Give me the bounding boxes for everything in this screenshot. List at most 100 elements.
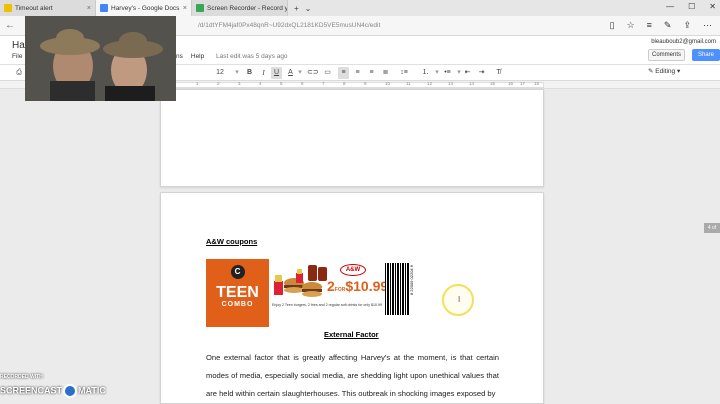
webcam-overlay <box>25 16 176 101</box>
align-right-icon[interactable]: ≡ <box>366 67 377 79</box>
teen-label: TEEN <box>216 284 259 301</box>
webcam-people-image <box>25 16 176 101</box>
bold-button[interactable]: B <box>244 67 255 79</box>
docs-favicon-icon <box>100 4 108 12</box>
aw-coupons-heading: A&W coupons <box>206 237 258 246</box>
user-email[interactable]: bleauboub2@gmail.com <box>651 39 716 45</box>
comment-icon[interactable]: ▭ <box>322 67 333 79</box>
body-paragraph[interactable]: One external factor that is greatly affe… <box>206 349 499 403</box>
print-icon[interactable]: ⎙ <box>14 67 24 79</box>
tab-list-chevron-icon[interactable]: ⌄ <box>305 4 312 13</box>
ruler-tick: 7 <box>322 81 325 86</box>
ruler-tick: 16 <box>508 81 514 86</box>
ruler-tick: 6 <box>301 81 304 86</box>
document-page-1[interactable] <box>160 89 544 187</box>
coupon-price: 2FOR$10.99 <box>327 278 388 296</box>
new-tab-icon[interactable]: + <box>294 4 299 13</box>
ruler-tick: 1 <box>196 81 199 86</box>
screencast-o-matic-watermark: RECORDED WITH SCREENCAST MATIC <box>0 374 106 404</box>
editing-mode-label: Editing <box>655 68 676 75</box>
ruler-tick: 14 <box>469 81 475 86</box>
price-quantity: 2 <box>327 278 335 294</box>
watermark-brand: SCREENCAST MATIC <box>0 384 106 398</box>
tab-label: Harvey's - Google Docs <box>111 4 180 12</box>
external-factor-heading: External Factor <box>324 330 379 339</box>
page-scroll-indicator: 4 of <box>704 223 720 233</box>
window-controls: — ☐ ✕ <box>666 2 716 11</box>
price-for: FOR <box>334 287 346 293</box>
minimize-icon[interactable]: — <box>666 2 674 11</box>
recorded-with-label: RECORDED WITH <box>0 374 43 380</box>
menu-bar: ns Help <box>176 53 204 60</box>
decrease-indent-icon[interactable]: ⇤ <box>462 67 473 79</box>
share-button[interactable]: Share <box>692 49 720 61</box>
tab-harveys-docs[interactable]: Harvey's - Google Docs × <box>96 0 192 16</box>
ruler-tick: 13 <box>448 81 454 86</box>
price-amount: $10.99 <box>345 278 389 294</box>
coupon-fine-print: Enjoy 2 Teen burgers, 2 fries and 2 regu… <box>272 303 383 307</box>
reading-view-icon[interactable]: ▯ <box>610 20 615 31</box>
url-field[interactable]: /d/1dtYFM4jaf0Px48qnR~U92dxQL2181KD5VE5m… <box>198 22 380 29</box>
back-arrow-icon[interactable]: ← <box>0 20 20 31</box>
aw-coupon-image: C TEEN COMBO A&W 2FOR$10.99 Enjoy 2 Teen… <box>206 259 414 327</box>
mouse-cursor-highlight: I <box>442 284 474 316</box>
line-spacing-icon[interactable]: ↕≡ <box>397 67 411 79</box>
brand-right: MATIC <box>78 385 106 396</box>
note-pen-icon[interactable]: ✎ <box>664 20 672 31</box>
screencast-logo-icon <box>63 384 78 398</box>
numbered-list-icon[interactable]: ⒈ <box>420 67 431 79</box>
comments-button[interactable]: Comments <box>648 49 685 61</box>
ruler-tick: 15 <box>490 81 496 86</box>
tab-timeout-alert[interactable]: Timeout alert × <box>0 0 96 16</box>
ruler-tick: 17 <box>520 81 526 86</box>
bulleted-list-icon[interactable]: •≡ <box>442 67 453 79</box>
close-tab-icon[interactable]: × <box>87 5 91 12</box>
editing-mode-dropdown[interactable]: ✎ Editing ▾ <box>648 67 680 75</box>
aw-circle-logo-icon: C <box>230 265 245 279</box>
close-tab-icon[interactable]: × <box>183 5 187 12</box>
align-justify-icon[interactable]: ≣ <box>380 67 391 79</box>
ruler-tick: 10 <box>385 81 391 86</box>
brand-left: SCREENCAST <box>0 385 63 396</box>
ruler-tick: 3 <box>238 81 241 86</box>
burgers-fries-drinks-image <box>274 265 327 297</box>
font-size-select[interactable]: 12 <box>212 67 228 79</box>
share-icon[interactable]: ⇪ <box>683 20 691 31</box>
clear-formatting-icon[interactable]: T̸ <box>493 67 504 79</box>
alert-favicon-icon <box>4 4 12 12</box>
font-size-chevron-icon[interactable]: ▾ <box>232 67 242 79</box>
menu-add-ons[interactable]: ns <box>176 53 183 60</box>
more-icon[interactable]: ⋯ <box>703 20 712 31</box>
ruler-tick: 18 <box>534 81 540 86</box>
align-center-icon[interactable]: ≡ <box>352 67 363 79</box>
ruler-tick: 2 <box>217 81 220 86</box>
link-icon[interactable]: ⊂⊃ <box>307 67 319 79</box>
increase-indent-icon[interactable]: ⇥ <box>476 67 487 79</box>
numbered-list-chevron-icon[interactable]: ▾ <box>434 67 440 79</box>
text-color-button[interactable]: A <box>285 67 296 79</box>
browser-tab-bar: Timeout alert × Harvey's - Google Docs ×… <box>0 0 720 16</box>
ruler-tick: 5 <box>280 81 283 86</box>
menu-help[interactable]: Help <box>191 53 204 60</box>
ruler-tick: 11 <box>406 81 411 86</box>
recorder-favicon-icon <box>196 4 204 12</box>
barcode-image <box>385 263 409 315</box>
favorite-star-icon[interactable]: ☆ <box>627 20 635 31</box>
maximize-icon[interactable]: ☐ <box>688 2 695 11</box>
align-left-icon[interactable]: ≡ <box>338 67 349 79</box>
teen-combo-panel: C TEEN COMBO <box>206 259 269 327</box>
tab-label: Timeout alert <box>15 4 53 12</box>
text-cursor-icon: I <box>458 295 461 304</box>
tab-label: Screen Recorder - Record y <box>207 4 288 12</box>
ruler-tick: 4 <box>259 81 262 86</box>
menu-file[interactable]: File <box>12 53 22 60</box>
hub-icon[interactable]: ≡ <box>647 20 652 31</box>
close-window-icon[interactable]: ✕ <box>709 2 716 11</box>
tab-screen-recorder[interactable]: Screen Recorder - Record y × <box>192 0 288 16</box>
aw-logo: A&W <box>340 264 366 276</box>
last-edit-status[interactable]: Last edit was 5 days ago <box>216 53 288 60</box>
barcode-number: 8 22009 02204 6 <box>409 265 414 296</box>
text-color-chevron-icon[interactable]: ▾ <box>297 67 303 79</box>
underline-button[interactable]: U <box>271 67 282 79</box>
italic-button[interactable]: I <box>258 67 269 79</box>
